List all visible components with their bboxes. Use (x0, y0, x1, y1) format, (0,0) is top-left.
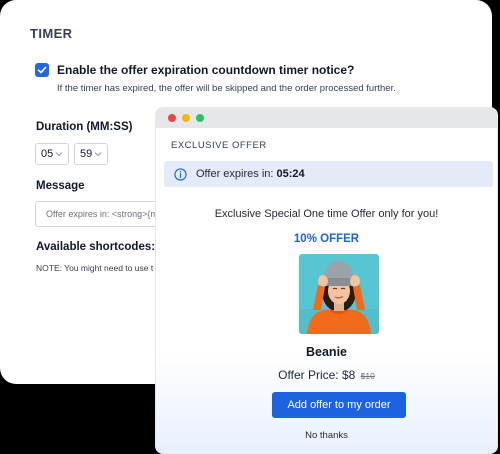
check-icon (37, 66, 47, 74)
popup-header: EXCLUSIVE OFFER (171, 140, 267, 151)
offer-headline: Exclusive Special One time Offer only fo… (214, 208, 439, 220)
maximize-window-button[interactable] (196, 114, 204, 122)
no-thanks-link[interactable]: No thanks (156, 430, 497, 441)
duration-minutes-select[interactable]: 05 (35, 143, 69, 165)
offer-discount-badge: 10% OFFER (293, 233, 360, 245)
enable-timer-checkbox[interactable] (35, 63, 49, 77)
timer-help-text: If the timer has expired, the offer will… (57, 83, 396, 94)
expiry-label: Offer expires in: (196, 168, 274, 180)
original-price: $10 (360, 371, 375, 381)
product-image (299, 254, 379, 334)
window-titlebar (156, 108, 497, 128)
chevron-down-icon (94, 152, 102, 157)
expiry-countdown: 05:24 (276, 168, 305, 180)
duration-minutes-value: 05 (41, 148, 54, 160)
minimize-window-button[interactable] (182, 114, 190, 122)
offer-price: Offer Price: $8 $10 (156, 368, 497, 382)
duration-seconds-select[interactable]: 59 (74, 143, 108, 165)
duration-seconds-value: 59 (80, 148, 93, 160)
info-icon (174, 167, 187, 181)
expiry-notice: Offer expires in: 05:24 (164, 161, 493, 187)
offer-popup-window: EXCLUSIVE OFFER Offer expires in: 05:24 … (155, 107, 498, 454)
offer-price-label: Offer Price: $8 (278, 368, 356, 382)
add-offer-button[interactable]: Add offer to my order (272, 392, 406, 418)
section-title: TIMER (30, 26, 73, 41)
enable-timer-label[interactable]: Enable the offer expiration countdown ti… (57, 63, 354, 77)
note-text: NOTE: You might need to use t (36, 263, 154, 273)
product-name: Beanie (306, 345, 347, 359)
message-label: Message (36, 180, 85, 192)
chevron-down-icon (55, 152, 63, 157)
beanie-model-illustration (299, 254, 379, 334)
close-window-button[interactable] (168, 114, 176, 122)
duration-label: Duration (MM:SS) (36, 121, 133, 133)
